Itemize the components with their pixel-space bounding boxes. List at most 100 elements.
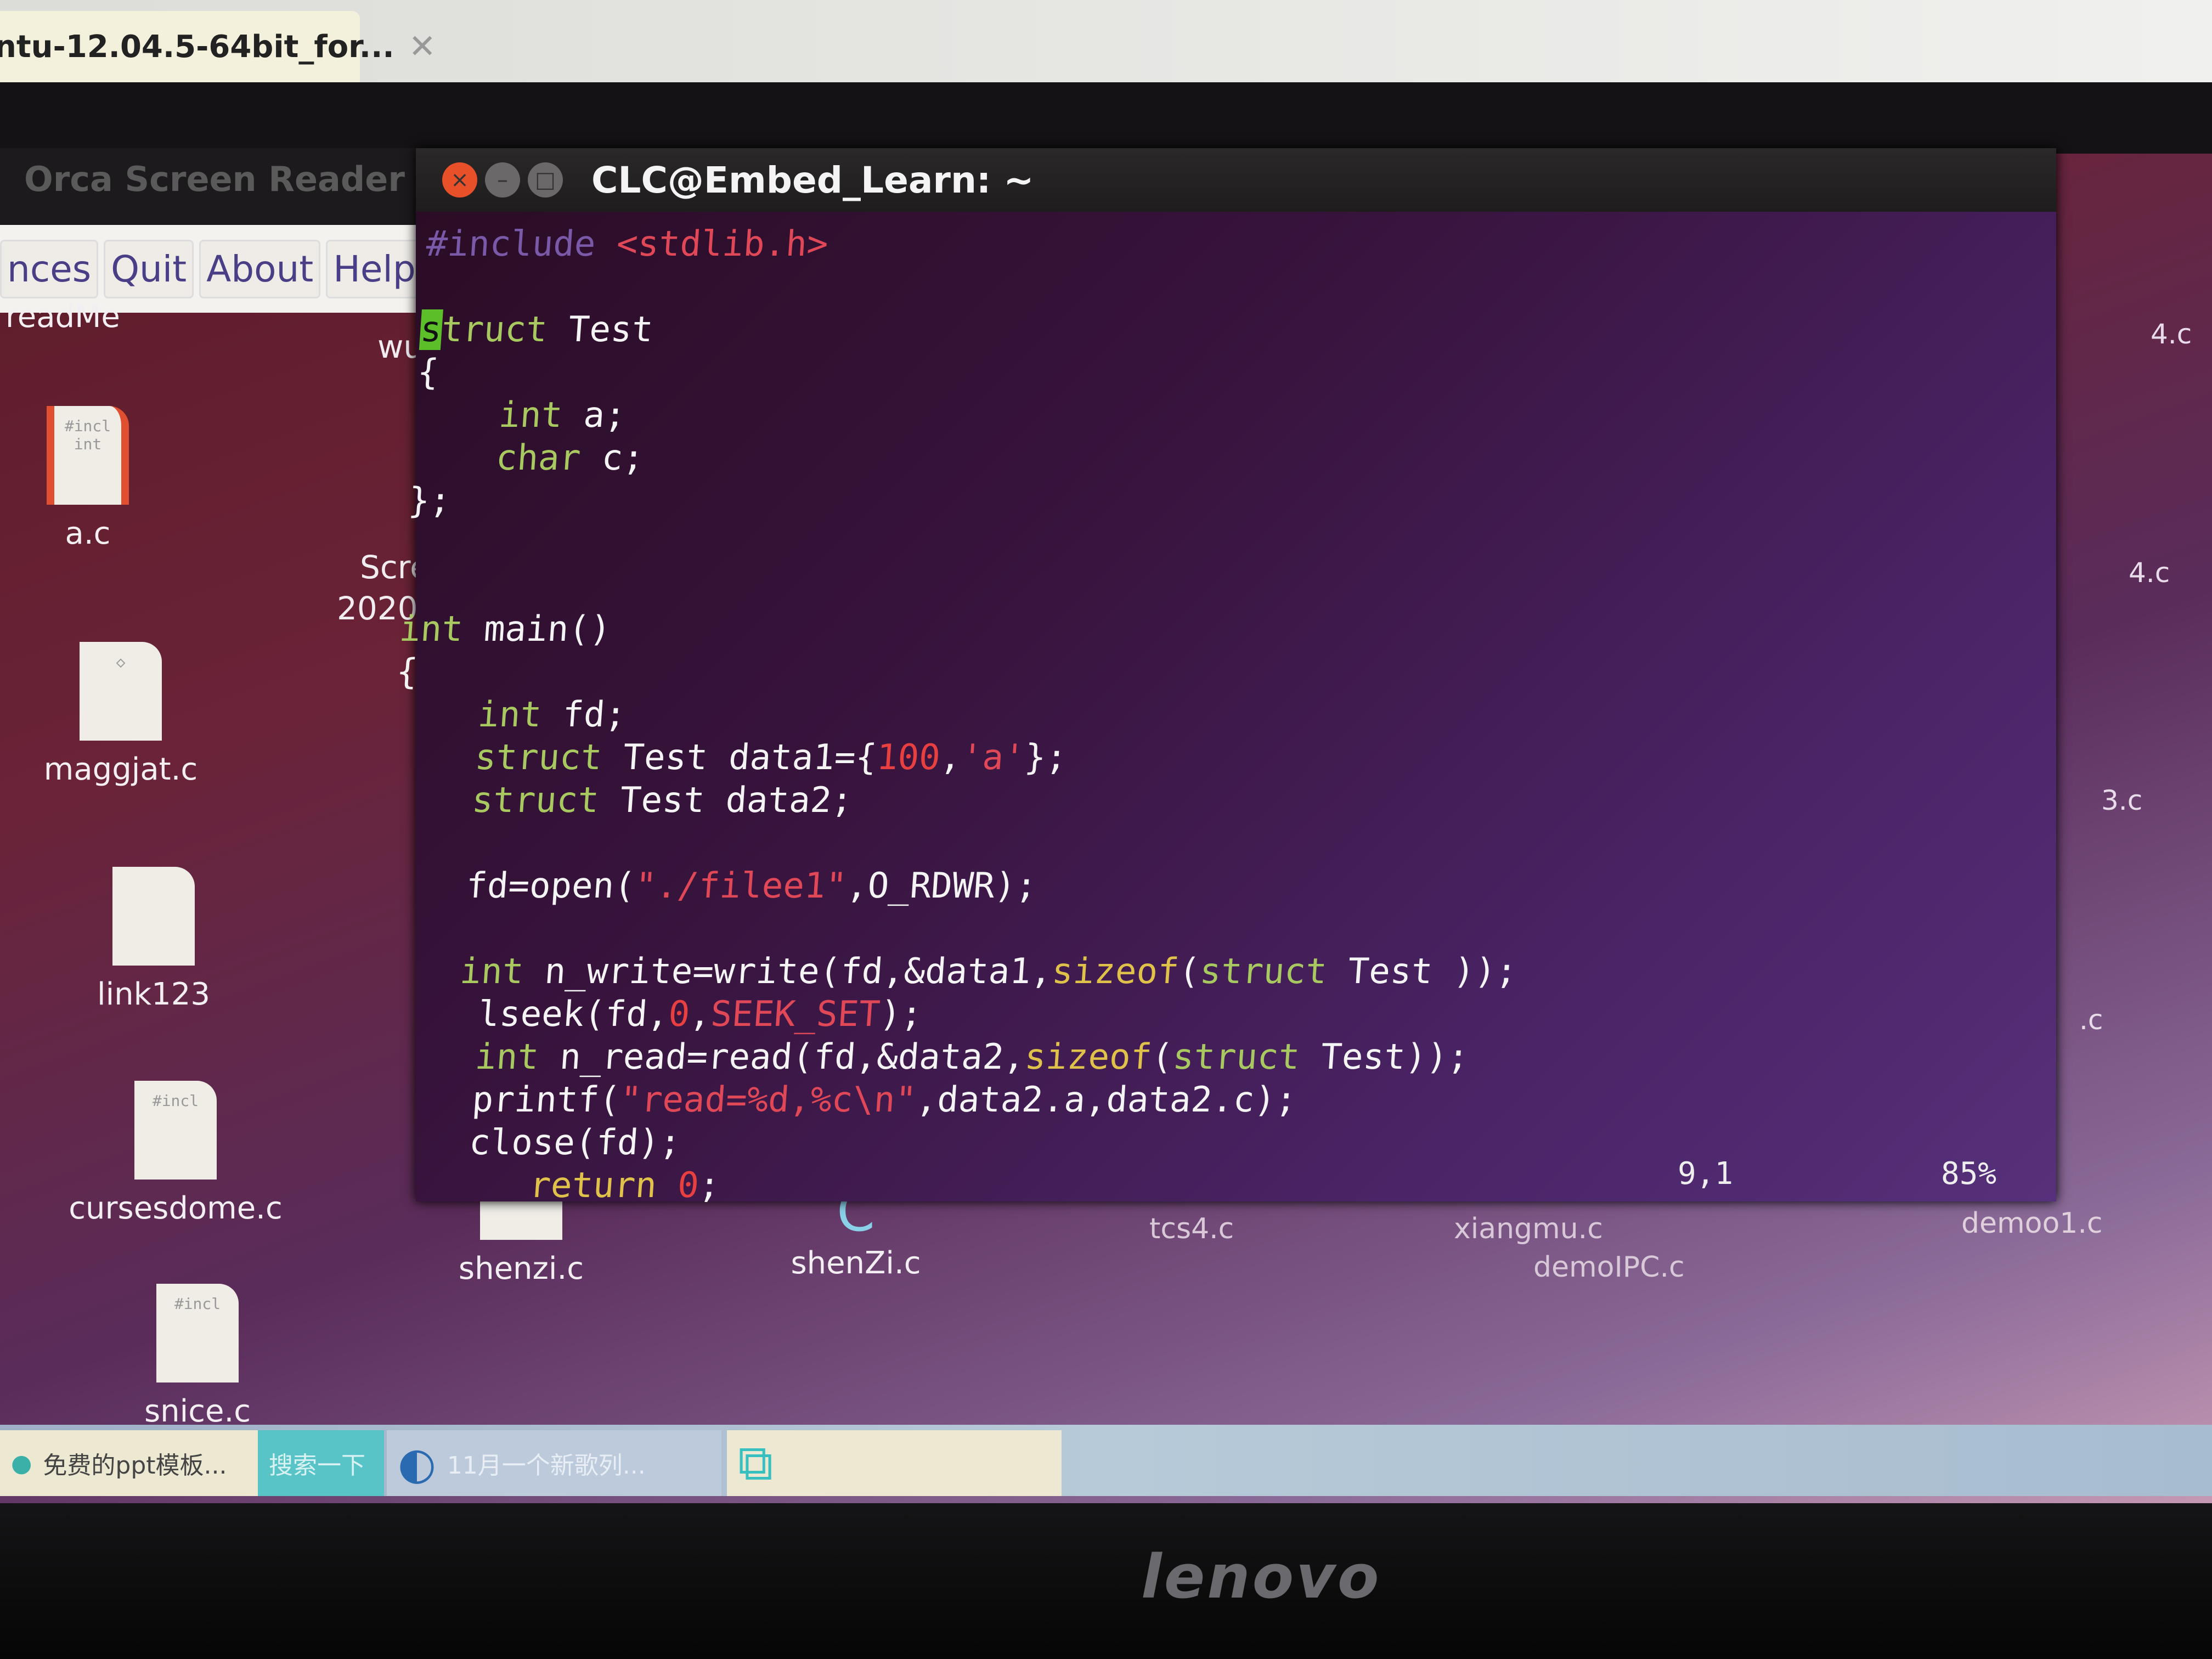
maximize-icon[interactable]: □ [528, 162, 563, 198]
code-line: int n_write=write(fd,&data1,sizeof(struc… [374, 950, 1968, 993]
code-token: ,O_RDWR); [845, 866, 1039, 906]
code-line: char c; [410, 437, 2004, 479]
code-token: Test [545, 309, 654, 350]
code-token: 0 [667, 994, 691, 1035]
code-token: struct [473, 737, 603, 778]
code-token: sizeof [1023, 1037, 1153, 1077]
icon-label: snice.c [144, 1393, 251, 1429]
taskbar-item[interactable]: ◐ 11月一个新歌列... [387, 1430, 721, 1496]
minimize-icon[interactable]: – [485, 162, 520, 198]
desktop-icon-cursesdome[interactable]: #incl cursesdome.c [66, 1081, 285, 1226]
code-token: struct [1198, 951, 1329, 992]
code-token: }; [407, 481, 453, 521]
desktop-icon-maggjat[interactable]: ◇ maggjat.c [38, 642, 203, 787]
code-line: struct Test data2; [386, 779, 1980, 822]
code-token: a; [561, 395, 628, 436]
cursor-position: 9,1 [1678, 1156, 1734, 1192]
browser-icon: ● [11, 1449, 32, 1477]
code-token: Test )); [1325, 951, 1519, 992]
code-token: { [395, 652, 419, 692]
code-token: printf( [365, 1080, 622, 1120]
browser-tab-title: ntu-12.04.5-64bit_for... [0, 29, 394, 65]
code-token: #include [425, 224, 618, 264]
close-icon[interactable]: × [442, 162, 477, 198]
desktop-icon-demoo1[interactable]: demoo1.c [1961, 1207, 2103, 1240]
vim-buffer[interactable]: #include <stdlib.h> struct Test{ int a; … [359, 223, 2019, 1207]
code-line: lseek(fd,0,SEEK_SET); [371, 993, 1965, 1036]
code-token: int [473, 1037, 540, 1077]
desktop-icon-label-partial: 4.c [2151, 318, 2192, 350]
taskbar-item-vmware[interactable]: ⧉ [727, 1430, 1062, 1496]
code-line: int fd; [392, 693, 1986, 736]
desktop-icon-a-c[interactable]: #incl int a.c [22, 406, 154, 551]
code-token: ( [1150, 1037, 1175, 1077]
code-token: Test)); [1298, 1037, 1470, 1077]
code-token: truct [440, 309, 549, 350]
about-button[interactable]: About [199, 239, 321, 298]
code-token: 'a' [960, 737, 1026, 778]
code-token: , [939, 737, 963, 778]
code-token: main() [461, 609, 613, 650]
desktop-icon-demoipc[interactable]: demoIPC.c [1533, 1251, 1685, 1284]
search-button[interactable]: 搜索一下 [258, 1430, 384, 1496]
c-file-icon: #incl int [47, 406, 129, 505]
desktop-icon-readme[interactable]: readMe [5, 299, 120, 335]
search-label: 搜索一下 [269, 1452, 365, 1480]
vmware-icon: ⧉ [738, 1434, 774, 1492]
code-token: { [416, 352, 441, 393]
icon-label: a.c [65, 516, 111, 551]
code-token: , [688, 994, 713, 1035]
c-file-icon: #incl [134, 1081, 217, 1180]
file-icon: ◇ [80, 642, 162, 741]
close-icon[interactable]: ✕ [409, 27, 436, 66]
code-token: close(fd); [362, 1122, 682, 1163]
desktop-icon-tcs4[interactable]: tcs4.c [1149, 1212, 1234, 1245]
preferences-button[interactable]: nces [0, 239, 99, 298]
icon-label: link123 [97, 977, 210, 1012]
taskbar-item-label: 免费的ppt模板... [43, 1452, 227, 1480]
desktop-icon-link123[interactable]: link123 [71, 867, 236, 1012]
lenovo-logo: lenovo [1141, 1542, 1381, 1612]
code-token: SEEK_SET [709, 994, 882, 1035]
code-token: ; [697, 1165, 721, 1206]
browser-icon: ◐ [398, 1437, 436, 1489]
code-token: 0 [676, 1165, 701, 1206]
c-file-icon: #incl [156, 1284, 239, 1383]
desktop-icon-xiangmu[interactable]: xiangmu.c [1454, 1212, 1603, 1245]
taskbar-item-label: 11月一个新歌列... [447, 1452, 646, 1480]
help-button[interactable]: Help [326, 239, 423, 298]
code-line: int a; [413, 394, 2007, 437]
code-token: fd; [540, 695, 628, 735]
icon-label: readMe [5, 299, 120, 335]
icon-label: shenzi.c [458, 1251, 584, 1286]
quit-button[interactable]: Quit [104, 239, 194, 298]
code-token: int [476, 695, 543, 735]
code-token: lseek(fd, [371, 994, 670, 1035]
taskbar-item[interactable]: ● 免费的ppt模板... [0, 1430, 258, 1496]
terminal-window[interactable]: × – □ CLC@Embed_Learn: ~ #include <stdli… [395, 148, 2056, 1206]
terminal-title-bar[interactable]: × – □ CLC@Embed_Learn: ~ [416, 148, 2056, 212]
code-token: ); [878, 994, 924, 1035]
code-token: 100 [875, 737, 942, 778]
desktop-icon-label-partial: .c [2079, 1004, 2103, 1036]
code-token: char [494, 438, 582, 478]
desktop-icon-label-partial: 3.c [2101, 785, 2143, 816]
browser-tab[interactable]: ntu-12.04.5-64bit_for... ✕ [0, 11, 436, 82]
code-line: struct Test data1={100,'a'}; [389, 736, 1983, 779]
code-token: "./filee1" [634, 866, 848, 906]
laptop-bezel [0, 1503, 2212, 1659]
code-token: sizeof [1050, 951, 1181, 992]
desktop-icon-snice[interactable]: #incl snice.c [115, 1284, 280, 1429]
